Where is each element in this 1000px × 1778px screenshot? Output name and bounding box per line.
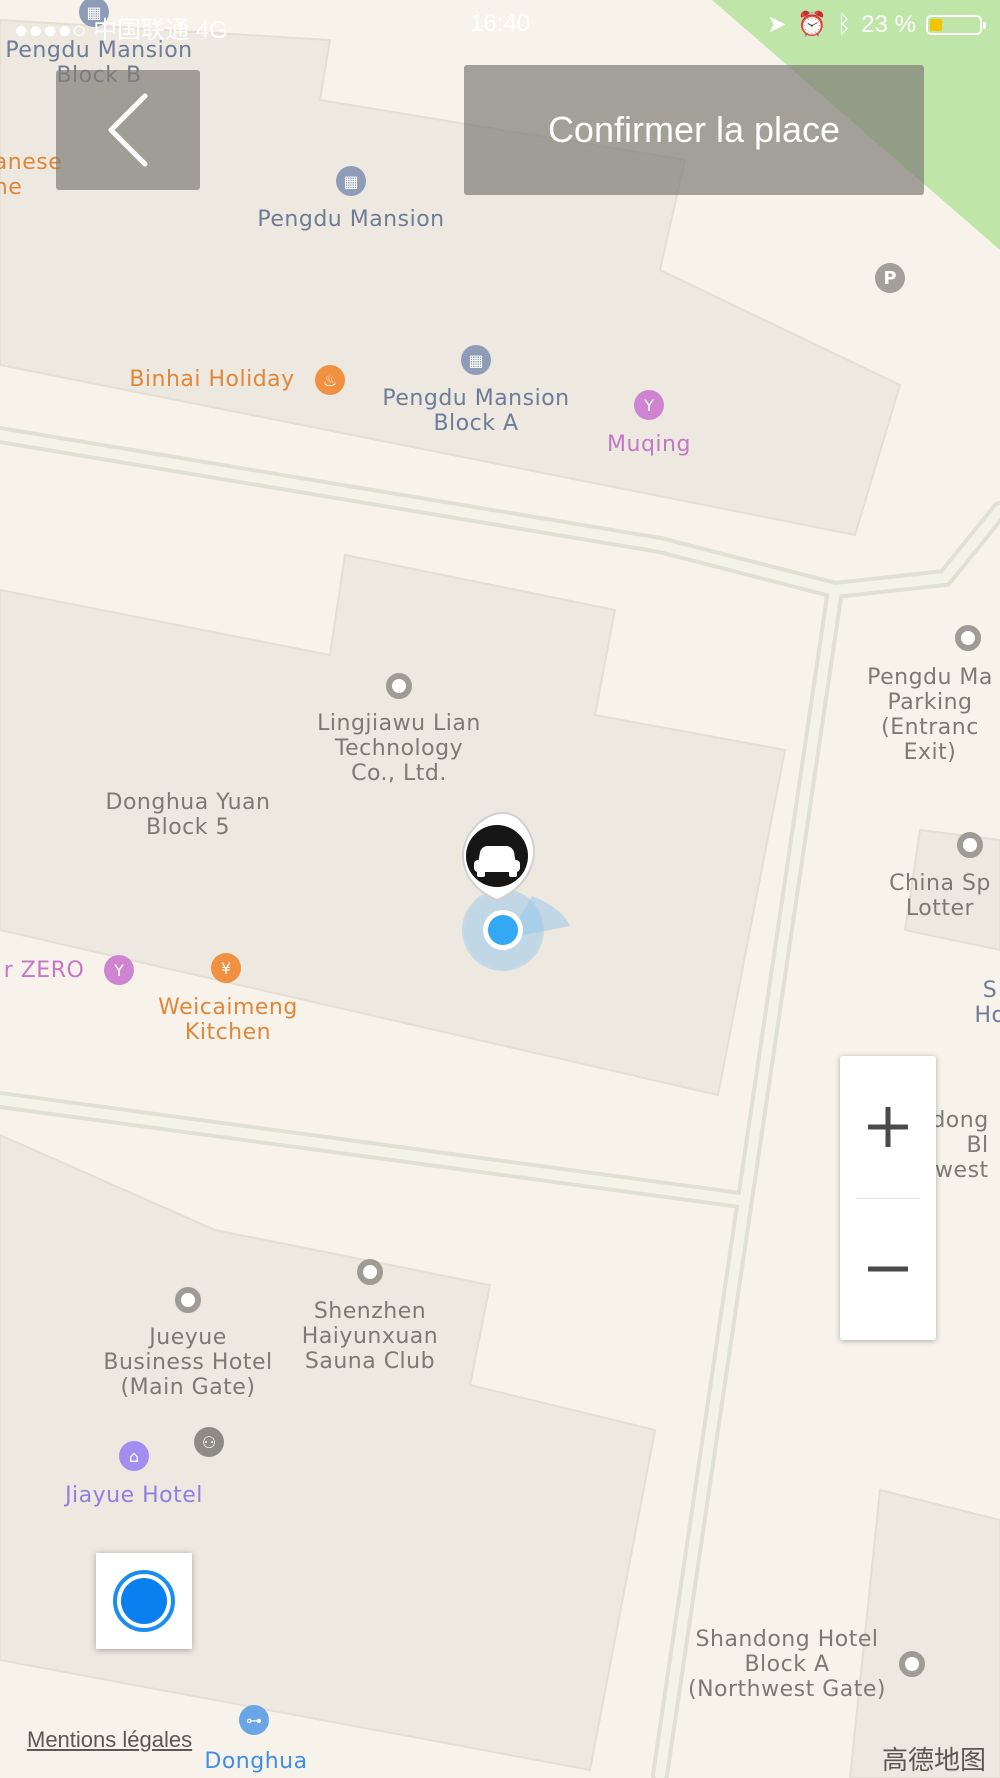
- minus-icon: [868, 1266, 908, 1272]
- restroom-icon[interactable]: ⚇: [194, 1427, 224, 1457]
- zoom-in-button[interactable]: [840, 1056, 936, 1198]
- poi-label[interactable]: Pengdu Mansion Block A: [382, 386, 569, 436]
- poi-label[interactable]: China Sp Lotter: [889, 871, 991, 921]
- back-button[interactable]: [56, 70, 200, 190]
- battery-percent: 23 %: [861, 10, 916, 38]
- zoom-control: [840, 1056, 936, 1340]
- zoom-out-button[interactable]: [840, 1198, 936, 1340]
- hotel-bed-icon[interactable]: ⌂: [119, 1441, 149, 1471]
- poi-label[interactable]: Shandong Hotel Block A (Northwest Gate): [688, 1627, 886, 1702]
- battery-icon: [926, 14, 986, 35]
- building-icon[interactable]: ▦: [336, 166, 366, 196]
- poi-label[interactable]: Binhai Holiday: [129, 367, 294, 392]
- poi-label[interactable]: S Ho: [974, 978, 1000, 1028]
- locate-icon: [113, 1570, 175, 1632]
- poi-label[interactable]: Lingjiawu Lian Technology Co., Ltd.: [317, 711, 481, 786]
- poi-label[interactable]: anese ne: [0, 150, 62, 200]
- poi-label[interactable]: Donghua: [204, 1749, 307, 1774]
- cocktail-icon[interactable]: Y: [104, 955, 134, 985]
- poi-label[interactable]: Donghua Yuan Block 5: [106, 790, 271, 840]
- poi-label[interactable]: Shenzhen Haiyunxuan Sauna Club: [302, 1299, 438, 1374]
- building-icon[interactable]: ▦: [461, 345, 491, 375]
- poi-dot-icon[interactable]: [899, 1651, 925, 1677]
- cocktail-icon[interactable]: Y: [634, 390, 664, 420]
- map-view[interactable]: ▦ ▦ ▦ ♨ Y P Y ¥ ⚇ ⌂ ⊶ Pengdu Mansion Blo…: [0, 0, 1000, 1778]
- poi-label[interactable]: Muqing: [607, 432, 691, 457]
- fastfood-icon[interactable]: ♨: [315, 365, 345, 395]
- chevron-left-icon: [108, 93, 148, 167]
- amap-logo: 高德地图: [881, 1746, 986, 1776]
- fitness-icon[interactable]: ⊶: [239, 1705, 269, 1735]
- poi-dot-icon[interactable]: [357, 1259, 383, 1285]
- poi-label[interactable]: Weicaimeng Kitchen: [158, 995, 298, 1045]
- plus-icon: [868, 1107, 908, 1147]
- legal-link[interactable]: Mentions légales: [27, 1727, 192, 1753]
- parking-icon[interactable]: P: [875, 263, 905, 293]
- status-right: ➤ ⏰ ᛒ 23 %: [766, 10, 986, 39]
- status-bar: ●●●●○ 中国联通 4G 16:40 ➤ ⏰ ᛒ 23 %: [0, 0, 1000, 50]
- confirm-place-button[interactable]: Confirmer la place: [464, 65, 924, 195]
- poi-dot-icon[interactable]: [175, 1287, 201, 1313]
- poi-dot-icon[interactable]: [386, 673, 412, 699]
- poi-label[interactable]: Jueyue Business Hotel (Main Gate): [103, 1325, 272, 1400]
- restaurant-icon[interactable]: ¥: [211, 953, 241, 983]
- locate-me-button[interactable]: [96, 1553, 192, 1649]
- poi-label[interactable]: r ZERO: [4, 958, 85, 983]
- poi-label[interactable]: dong Bl west: [931, 1108, 988, 1183]
- location-arrow-icon: ➤: [766, 11, 787, 38]
- alarm-icon: ⏰: [797, 11, 827, 38]
- poi-dot-icon[interactable]: [955, 625, 981, 651]
- poi-label[interactable]: Jiayue Hotel: [65, 1483, 203, 1508]
- poi-label[interactable]: Pengdu Ma Parking (Entranc Exit): [867, 665, 993, 765]
- poi-dot-icon[interactable]: [957, 832, 983, 858]
- bluetooth-icon: ᛒ: [836, 10, 852, 38]
- current-location-marker[interactable]: [440, 808, 580, 978]
- poi-label[interactable]: Pengdu Mansion: [257, 207, 444, 232]
